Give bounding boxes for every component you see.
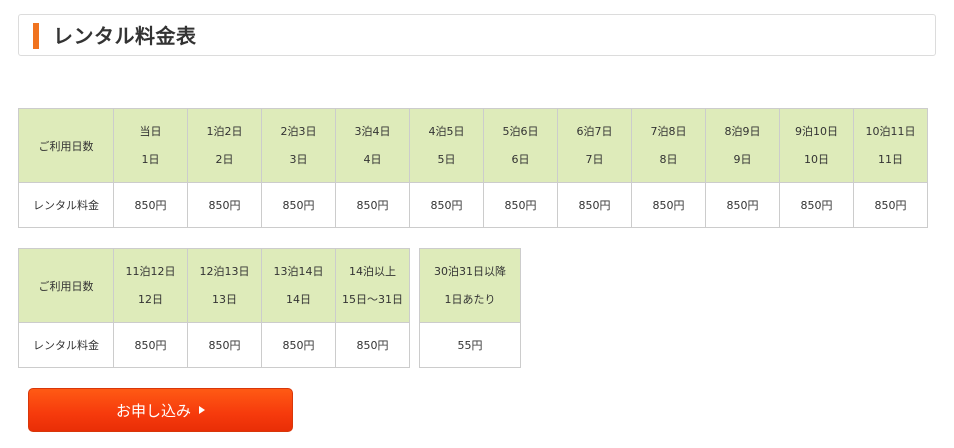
plan-label: 1泊2日 bbox=[206, 124, 243, 138]
days-label: 7日 bbox=[585, 152, 604, 166]
plan-label: 30泊31日以降 bbox=[434, 264, 506, 278]
price-cell: 850円 bbox=[261, 182, 336, 228]
plan-cell: 9泊10日 10日 bbox=[779, 108, 854, 183]
section-heading-box: レンタル料金表 bbox=[18, 14, 936, 56]
price-cell: 55円 bbox=[419, 322, 521, 368]
price-cell: 850円 bbox=[335, 322, 410, 368]
plan-label: 8泊9日 bbox=[724, 124, 761, 138]
rental-rate-table-2: ご利用日数 11泊12日 12日 12泊13日 13日 13泊14日 14日 14泊以… bbox=[18, 248, 410, 368]
days-label: 11日 bbox=[878, 152, 903, 166]
price-cell: 850円 bbox=[113, 182, 188, 228]
page-title: レンタル料金表 bbox=[53, 24, 197, 48]
days-label: 9日 bbox=[733, 152, 752, 166]
days-label: 13日 bbox=[212, 292, 237, 306]
price-cell: 850円 bbox=[779, 182, 854, 228]
days-label: 2日 bbox=[215, 152, 234, 166]
plan-label: 当日 bbox=[139, 124, 162, 138]
days-label: 4日 bbox=[363, 152, 382, 166]
price-cell: 850円 bbox=[335, 182, 410, 228]
days-label: 15日〜31日 bbox=[342, 292, 403, 306]
table-row-days: ご利用日数 11泊12日 12日 12泊13日 13日 13泊14日 14日 14泊以… bbox=[18, 248, 410, 323]
days-label: 10日 bbox=[804, 152, 829, 166]
plan-cell: 8泊9日 9日 bbox=[705, 108, 780, 183]
days-label: 1日 bbox=[141, 152, 160, 166]
plan-cell: 6泊7日 7日 bbox=[557, 108, 632, 183]
plan-cell: 4泊5日 5日 bbox=[409, 108, 484, 183]
plan-label: 2泊3日 bbox=[280, 124, 317, 138]
price-cell: 850円 bbox=[631, 182, 706, 228]
price-cell: 850円 bbox=[557, 182, 632, 228]
apply-button-label: お申し込み bbox=[115, 401, 191, 420]
days-label: 12日 bbox=[138, 292, 163, 306]
days-label: 14日 bbox=[286, 292, 311, 306]
plan-label: 11泊12日 bbox=[125, 264, 176, 278]
plan-cell: 2泊3日 3日 bbox=[261, 108, 336, 183]
plan-label: 7泊8日 bbox=[650, 124, 687, 138]
plan-cell: 12泊13日 13日 bbox=[187, 248, 262, 323]
price-cell: 850円 bbox=[705, 182, 780, 228]
plan-label: 12泊13日 bbox=[199, 264, 250, 278]
plan-label: 9泊10日 bbox=[795, 124, 838, 138]
row-header-price: レンタル料金 bbox=[18, 182, 114, 228]
price-cell: 850円 bbox=[853, 182, 928, 228]
plan-cell: 14泊以上 15日〜31日 bbox=[335, 248, 410, 323]
plan-label: 4泊5日 bbox=[428, 124, 465, 138]
table-row-price: 55円 bbox=[419, 322, 521, 368]
plan-label: 3泊4日 bbox=[354, 124, 391, 138]
rental-rate-table-long-term: 30泊31日以降 1日あたり 55円 bbox=[419, 248, 521, 368]
plan-cell: 当日 1日 bbox=[113, 108, 188, 183]
plan-label: 13泊14日 bbox=[273, 264, 324, 278]
plan-cell: 5泊6日 6日 bbox=[483, 108, 558, 183]
price-cell: 850円 bbox=[483, 182, 558, 228]
price-cell: 850円 bbox=[261, 322, 336, 368]
plan-cell: 13泊14日 14日 bbox=[261, 248, 336, 323]
plan-label: 14泊以上 bbox=[349, 264, 396, 278]
table-row-price: レンタル料金 850円 850円 850円 850円 bbox=[18, 322, 410, 368]
plan-cell: 10泊11日 11日 bbox=[853, 108, 928, 183]
plan-label: 10泊11日 bbox=[865, 124, 916, 138]
plan-cell: 3泊4日 4日 bbox=[335, 108, 410, 183]
plan-cell: 1泊2日 2日 bbox=[187, 108, 262, 183]
rental-rate-table-1: ご利用日数 当日 1日 1泊2日 2日 2泊3日 3日 3泊4日 4日 4泊5日 5日 5… bbox=[18, 108, 928, 228]
heading-accent-bar bbox=[33, 23, 39, 49]
price-cell: 850円 bbox=[113, 322, 188, 368]
days-label: 1日あたり bbox=[444, 292, 496, 306]
plan-cell: 11泊12日 12日 bbox=[113, 248, 188, 323]
row-header-days: ご利用日数 bbox=[18, 108, 114, 183]
price-cell: 850円 bbox=[187, 182, 262, 228]
days-label: 8日 bbox=[659, 152, 678, 166]
days-label: 3日 bbox=[289, 152, 308, 166]
table-row-price: レンタル料金 850円 850円 850円 850円 850円 850円 850… bbox=[18, 182, 928, 228]
price-cell: 850円 bbox=[409, 182, 484, 228]
days-label: 6日 bbox=[511, 152, 530, 166]
table-row-days: ご利用日数 当日 1日 1泊2日 2日 2泊3日 3日 3泊4日 4日 4泊5日 5日 5… bbox=[18, 108, 928, 183]
row-header-price: レンタル料金 bbox=[18, 322, 114, 368]
apply-button[interactable]: お申し込み bbox=[28, 388, 293, 432]
plan-cell: 7泊8日 8日 bbox=[631, 108, 706, 183]
plan-label: 5泊6日 bbox=[502, 124, 539, 138]
plan-cell: 30泊31日以降 1日あたり bbox=[419, 248, 521, 323]
table-row-days: 30泊31日以降 1日あたり bbox=[419, 248, 521, 323]
plan-label: 6泊7日 bbox=[576, 124, 613, 138]
price-cell: 850円 bbox=[187, 322, 262, 368]
row-header-days: ご利用日数 bbox=[18, 248, 114, 323]
triangle-right-icon bbox=[199, 406, 205, 414]
days-label: 5日 bbox=[437, 152, 456, 166]
